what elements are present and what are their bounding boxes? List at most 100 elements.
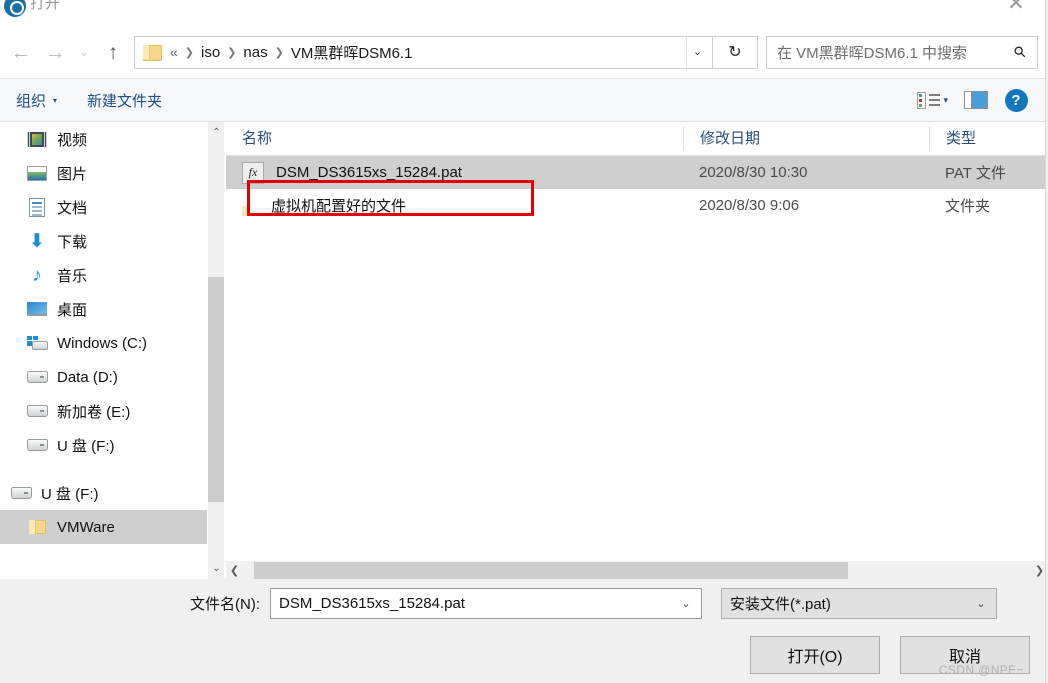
- file-name-cell: 虚拟机配置好的文件: [226, 195, 683, 216]
- breadcrumb-overflow[interactable]: «: [170, 44, 178, 60]
- documents-icon: [26, 197, 48, 217]
- sidebar-item-data-d[interactable]: Data (D:): [0, 360, 207, 394]
- column-headers: 名称 修改日期 类型: [226, 122, 1048, 156]
- navigation-sidebar: 视频 图片 文档 ⬇ 下载 ♪ 音乐 桌面 Windows (C:) Data …: [0, 122, 225, 579]
- chevron-down-icon: ▾: [53, 95, 58, 105]
- chevron-down-icon[interactable]: ⌄: [675, 597, 697, 610]
- new-folder-button[interactable]: 新建文件夹: [87, 90, 162, 111]
- folder-icon: [26, 517, 48, 537]
- breadcrumb-item-current[interactable]: VM黑群晖DSM6.1: [291, 42, 413, 63]
- sidebar-item-label: VMWare: [57, 518, 115, 536]
- sidebar-item-usb-f[interactable]: U 盘 (F:): [0, 428, 207, 462]
- sidebar-item-usb-f-root[interactable]: U 盘 (F:): [0, 476, 207, 510]
- forward-button[interactable]: →: [38, 35, 72, 69]
- sidebar-item-vmware[interactable]: VMWare: [0, 510, 207, 544]
- sidebar-item-label: 桌面: [57, 301, 88, 319]
- scroll-down-icon[interactable]: ⌄: [208, 560, 224, 577]
- breadcrumb-separator: ❯: [274, 46, 284, 59]
- drive-icon: [26, 367, 48, 387]
- sidebar-item-documents[interactable]: 文档: [0, 190, 207, 224]
- downloads-icon: ⬇: [29, 230, 45, 252]
- breadcrumb: « ❯ iso ❯ nas ❯ VM黑群晖DSM6.1: [170, 42, 686, 63]
- recent-locations-button[interactable]: ⌄: [72, 35, 96, 69]
- file-type-cell: PAT 文件: [945, 165, 1006, 182]
- drive-icon: [26, 435, 48, 455]
- chevron-down-icon[interactable]: ⌄: [970, 597, 992, 610]
- music-icon: ♪: [32, 264, 42, 286]
- sidebar-item-label: U 盘 (F:): [41, 485, 99, 503]
- sidebar-item-volume-e[interactable]: 新加卷 (E:): [0, 394, 207, 428]
- column-header-type[interactable]: 类型: [929, 126, 1048, 151]
- close-icon[interactable]: ✕: [994, 0, 1038, 16]
- dialog-body: 视频 图片 文档 ⬇ 下载 ♪ 音乐 桌面 Windows (C:) Data …: [0, 122, 1048, 579]
- drive-icon: [10, 483, 32, 503]
- title-bar: 打开 ✕: [0, 0, 1048, 26]
- filename-row: 文件名(N): DSM_DS3615xs_15284.pat ⌄ 安装文件(*.…: [0, 579, 1030, 627]
- search-input[interactable]: 在 VM黑群晖DSM6.1 中搜索: [777, 42, 1009, 63]
- sidebar-item-desktop[interactable]: 桌面: [0, 292, 207, 326]
- preview-pane-button[interactable]: [956, 85, 996, 115]
- breadcrumb-item-nas[interactable]: nas: [243, 44, 267, 61]
- help-icon: ?: [1004, 88, 1028, 112]
- file-type-filter-select[interactable]: 安装文件(*.pat) ⌄: [721, 587, 997, 619]
- column-header-name[interactable]: 名称: [226, 127, 683, 151]
- up-button[interactable]: ↑: [96, 35, 130, 69]
- sidebar-item-label: Windows (C:): [57, 334, 148, 352]
- sidebar-item-label: 文档: [57, 199, 88, 217]
- breadcrumb-item-iso[interactable]: iso: [201, 44, 220, 61]
- table-row[interactable]: fx DSM_DS3615xs_15284.pat 2020/8/30 10:3…: [226, 156, 1048, 189]
- sidebar-scroll-content: 视频 图片 文档 ⬇ 下载 ♪ 音乐 桌面 Windows (C:) Data …: [0, 122, 207, 579]
- search-box[interactable]: 在 VM黑群晖DSM6.1 中搜索 ⚲: [766, 35, 1038, 69]
- table-row[interactable]: 虚拟机配置好的文件 2020/8/30 9:06 文件夹: [226, 189, 1048, 222]
- file-type-cell: 文件夹: [945, 198, 991, 215]
- dialog-footer: 文件名(N): DSM_DS3615xs_15284.pat ⌄ 安装文件(*.…: [0, 579, 1048, 683]
- address-bar[interactable]: « ❯ iso ❯ nas ❯ VM黑群晖DSM6.1 ⌄: [134, 35, 713, 69]
- back-button[interactable]: ←: [4, 35, 38, 69]
- button-row: 打开(O) 取消: [0, 627, 1030, 683]
- windows-drive-icon: [26, 333, 48, 353]
- drive-icon: [26, 401, 48, 421]
- search-icon[interactable]: ⚲: [1006, 38, 1034, 66]
- watermark: CSDN @NPE~: [938, 663, 1024, 677]
- file-type-filter-value: 安装文件(*.pat): [730, 595, 831, 613]
- file-name-cell: fx DSM_DS3615xs_15284.pat: [226, 161, 683, 184]
- file-list-pane: 名称 修改日期 类型 fx DSM_DS3615xs_15284.pat 202…: [225, 122, 1048, 579]
- file-date-cell: 2020/8/30 10:30: [699, 164, 808, 181]
- command-toolbar: 组织 ▾ 新建文件夹 ▾ ?: [0, 78, 1048, 122]
- filename-input[interactable]: DSM_DS3615xs_15284.pat ⌄: [270, 587, 702, 619]
- scroll-up-icon[interactable]: ⌃: [208, 124, 224, 141]
- help-button[interactable]: ?: [996, 85, 1036, 115]
- open-file-dialog: 打开 ✕ ← → ⌄ ↑ « ❯ iso ❯ nas ❯ VM黑群晖DSM6.1…: [0, 0, 1048, 683]
- sidebar-item-label: 音乐: [57, 267, 88, 285]
- sidebar-item-pictures[interactable]: 图片: [0, 156, 207, 190]
- breadcrumb-separator: ❯: [184, 46, 195, 59]
- scroll-left-icon[interactable]: ❮: [226, 561, 243, 580]
- sidebar-item-label: 视频: [57, 131, 88, 149]
- sidebar-scrollbar[interactable]: ⌃ ⌄: [207, 122, 224, 579]
- sidebar-scroll-thumb[interactable]: [208, 277, 224, 502]
- refresh-icon[interactable]: ↻: [713, 35, 758, 69]
- sidebar-item-music[interactable]: ♪ 音乐: [0, 258, 207, 292]
- organize-label: 组织: [16, 92, 47, 110]
- sidebar-item-videos[interactable]: 视频: [0, 122, 207, 156]
- sidebar-item-label: 下载: [57, 233, 88, 251]
- open-button[interactable]: 打开(O): [750, 636, 880, 674]
- horizontal-scroll-thumb[interactable]: [254, 562, 848, 579]
- sidebar-item-label: U 盘 (F:): [57, 437, 115, 455]
- file-name-label: 虚拟机配置好的文件: [271, 198, 407, 215]
- sidebar-item-downloads[interactable]: ⬇ 下载: [0, 224, 207, 258]
- organize-button[interactable]: 组织 ▾: [16, 90, 57, 111]
- breadcrumb-separator: ❯: [227, 46, 237, 59]
- preview-pane-icon: [964, 91, 988, 109]
- chevron-down-icon[interactable]: ⌄: [686, 36, 708, 68]
- video-icon: [26, 129, 48, 149]
- file-rows: fx DSM_DS3615xs_15284.pat 2020/8/30 10:3…: [226, 156, 1048, 560]
- view-options-caret-icon[interactable]: ▾: [943, 95, 948, 106]
- column-header-date[interactable]: 修改日期: [683, 126, 929, 151]
- sidebar-item-windows-c[interactable]: Windows (C:): [0, 326, 207, 360]
- open-dialog-icon: [4, 0, 26, 17]
- list-view-icon: [917, 91, 941, 109]
- horizontal-scrollbar[interactable]: ❮ ❯: [226, 560, 1048, 579]
- sidebar-item-label: 新加卷 (E:): [57, 403, 131, 421]
